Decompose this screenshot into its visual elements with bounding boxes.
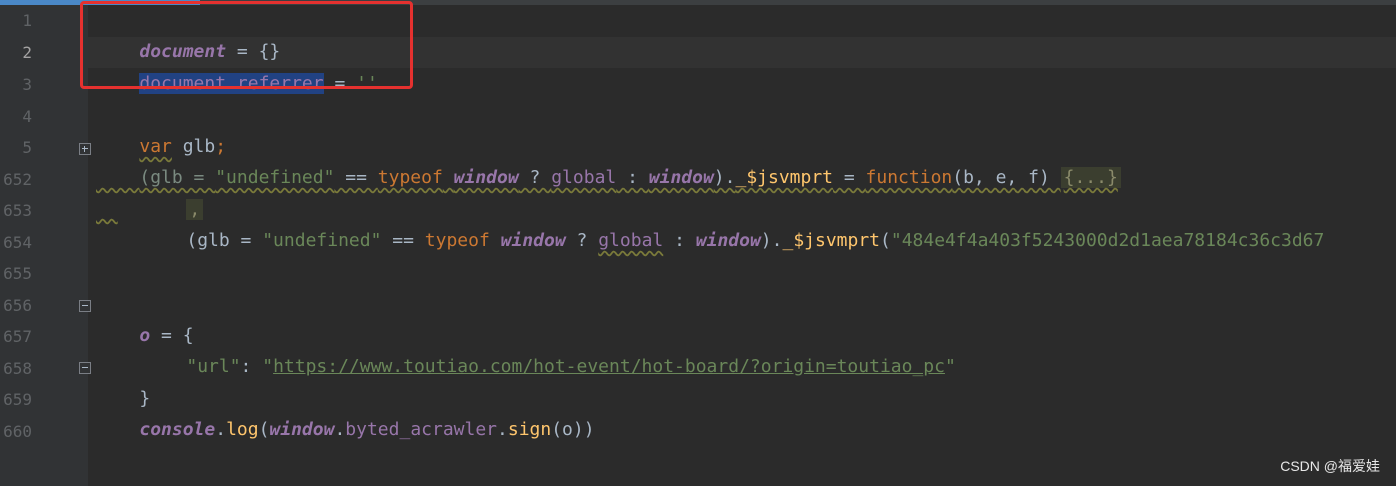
line-number: 659 (3, 390, 32, 409)
token-global: window (453, 167, 519, 188)
line-number: 653 (3, 201, 32, 220)
folded-region[interactable]: {...} (1060, 167, 1121, 188)
code-line-659[interactable]: console.log(window.byted_acrawler.sign(o… (96, 383, 595, 476)
line-number: 658 (3, 359, 32, 378)
token-op: ? (565, 230, 599, 251)
token-op: ( (880, 230, 891, 251)
token-string: "484e4f4a403f5243000d2d1aea78184c36c3d67 (890, 230, 1325, 251)
token-dot: . (497, 419, 508, 440)
token-quote: " (262, 356, 274, 377)
token-string: "undefined" (262, 230, 382, 251)
token-op: (o)) (551, 419, 595, 440)
token-op: : (663, 230, 696, 251)
token-op: ( (258, 419, 270, 440)
token-global: window (500, 230, 566, 251)
token-op: == (381, 230, 425, 251)
token-function: _$jsvmprt (735, 167, 834, 188)
token-property: byted_acrawler (345, 419, 498, 440)
token-global: window (648, 167, 714, 188)
token-function: log (226, 419, 259, 440)
url-link[interactable]: https://www.toutiao.com/hot-event/hot-bo… (273, 356, 945, 377)
fold-end-icon[interactable] (79, 362, 91, 374)
code-editor[interactable]: 1 2 3 4 5 652 653 654 655 656 657 658 65… (0, 0, 1396, 486)
red-annotation-box (80, 1, 413, 89)
token-op: = (833, 167, 866, 188)
token-op: ). (760, 230, 783, 251)
line-number: 1 (22, 11, 32, 30)
fold-expand-icon[interactable] (79, 143, 91, 155)
token-keyword: typeof (377, 167, 443, 188)
token-global: global (598, 230, 664, 251)
line-number: 660 (3, 422, 32, 441)
token-colon: : (240, 356, 263, 377)
line-number: 655 (3, 264, 32, 283)
token-params: (b, e, f) (952, 167, 1061, 188)
fold-collapse-icon[interactable] (79, 300, 91, 312)
token-function: sign (507, 419, 552, 440)
watermark: CSDN @福爱娃 (1280, 458, 1380, 474)
token-string: "undefined" (215, 167, 335, 188)
token-op: ). (713, 167, 736, 188)
token-quote: " (944, 356, 956, 377)
token-global: global (551, 167, 617, 188)
line-number-gutter[interactable]: 1 2 3 4 5 652 653 654 655 656 657 658 65… (0, 5, 88, 486)
token-dot: . (215, 419, 227, 440)
token-op: (glb = (186, 230, 263, 251)
line-number: 4 (22, 107, 32, 126)
token-keyword: function (865, 167, 953, 188)
line-number: 3 (22, 75, 32, 94)
line-number: 2 (22, 43, 32, 62)
line-number: 652 (3, 170, 32, 189)
token-function: _$jsvmprt (782, 230, 881, 251)
line-number: 5 (22, 138, 32, 157)
line-number: 654 (3, 233, 32, 252)
token-op: == (334, 167, 378, 188)
token-op: ? (518, 167, 552, 188)
token-global: window (269, 419, 335, 440)
code-line-653[interactable]: (glb = "undefined" == typeof window ? gl… (143, 194, 1324, 287)
token-op: : (616, 167, 649, 188)
line-number: 656 (3, 296, 32, 315)
token-global: console (139, 419, 216, 440)
token-key: "url" (186, 356, 241, 377)
token-global: window (695, 230, 761, 251)
token-dot: . (334, 419, 346, 440)
line-number: 657 (3, 327, 32, 346)
token-keyword: typeof (424, 230, 490, 251)
